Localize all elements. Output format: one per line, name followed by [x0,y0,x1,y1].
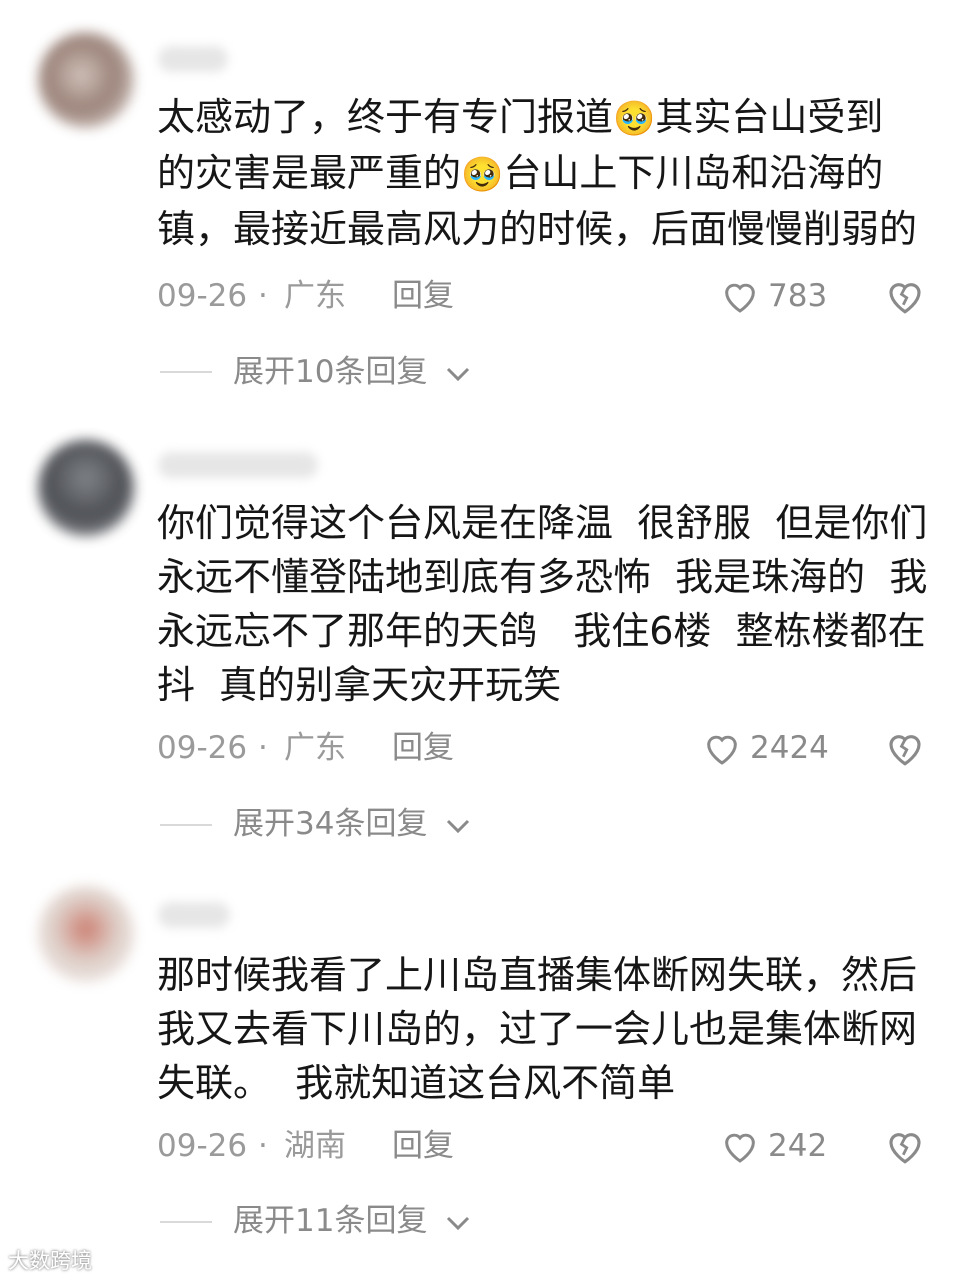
heart-outline-icon[interactable] [720,1126,760,1166]
like-count: 783 [768,278,828,314]
heart-outline-icon[interactable] [720,276,760,316]
broken-heart-icon[interactable] [884,275,926,317]
comment-location: 湖南 [284,1128,346,1164]
reply-button[interactable]: 回复 [392,1126,454,1166]
like-count: 2424 [750,730,829,766]
meta-separator: · [258,730,268,766]
comment-date: 09-26 [157,1128,248,1164]
expand-replies-button[interactable]: 展开34条回复 [233,804,427,844]
username[interactable] [158,452,318,478]
avatar[interactable] [38,440,134,536]
chevron-down-icon[interactable] [444,1213,472,1233]
pleading-face-emoji: 🥹 [461,155,504,195]
watermark: 大数跨境 [8,1249,92,1273]
chevron-down-icon[interactable] [444,364,472,384]
avatar[interactable] [38,32,134,128]
broken-heart-icon[interactable] [884,1125,926,1167]
pleading-face-emoji: 🥹 [613,99,656,139]
divider-line [160,824,212,826]
heart-outline-icon[interactable] [702,728,742,768]
reply-button[interactable]: 回复 [392,276,454,316]
like-count: 242 [768,1128,828,1164]
comment-location: 广东 [284,730,346,766]
expand-replies-button[interactable]: 展开10条回复 [233,352,427,392]
meta-separator: · [258,1128,268,1164]
chevron-down-icon[interactable] [444,816,472,836]
divider-line [160,371,212,373]
avatar[interactable] [38,886,134,982]
comment-date: 09-26 [157,278,248,314]
reply-button[interactable]: 回复 [392,728,454,768]
username[interactable] [158,46,228,72]
divider-line [160,1221,212,1223]
comment-text: 那时候我看了上川岛直播集体断网失联，然后 我又去看下川岛的，过了一会儿也是集体断… [157,953,918,1105]
expand-replies-button[interactable]: 展开11条回复 [233,1201,427,1241]
username[interactable] [158,902,230,928]
broken-heart-icon[interactable] [884,727,926,769]
comment-text: 你们觉得这个台风是在降温 很舒服 但是你们 永远不懂登陆地到底有多恐怖 我是珠海… [157,501,928,707]
comment-text: 太感动了，终于有专门报道🥹其实台山受到 的灾害是最严重的🥹台山上下川岛和沿海的 … [157,95,918,251]
comment-date: 09-26 [157,730,248,766]
meta-separator: · [258,278,268,314]
comment-location: 广东 [284,278,346,314]
